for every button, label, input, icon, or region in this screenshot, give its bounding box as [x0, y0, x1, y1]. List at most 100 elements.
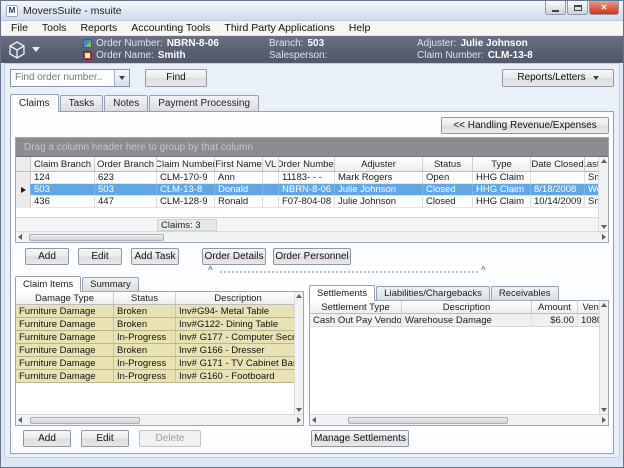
- settlements-vertical-scrollbar[interactable]: [599, 301, 608, 414]
- find-order-combo[interactable]: [10, 69, 130, 87]
- column-header[interactable]: Amount: [532, 301, 578, 313]
- scroll-up-icon[interactable]: [601, 303, 607, 307]
- order-number-value: NBRN-8-06: [167, 38, 219, 49]
- cell: Closed: [423, 196, 473, 207]
- collapse-up-icon[interactable]: ^: [481, 266, 486, 274]
- table-row[interactable]: Furniture DamageBrokenInv# G166 - Dresse…: [16, 344, 303, 357]
- add-task-button[interactable]: Add Task: [131, 248, 179, 265]
- scroll-right-icon[interactable]: [602, 417, 606, 423]
- splitter-bar[interactable]: ^ ^: [15, 267, 609, 276]
- tab-liabilities-chargebacks[interactable]: Liabilities/Chargebacks: [376, 286, 490, 300]
- column-header[interactable]: Settlement Type: [310, 301, 402, 313]
- delete-claim-item-button[interactable]: Delete: [139, 430, 201, 447]
- scroll-up-icon[interactable]: [296, 294, 302, 298]
- maximize-button[interactable]: [567, 1, 588, 15]
- table-row[interactable]: Furniture DamageIn-ProgressInv# G177 - C…: [16, 331, 303, 344]
- column-header[interactable]: Adjuster: [335, 157, 423, 171]
- scrollbar-thumb[interactable]: [29, 234, 164, 241]
- claims-vertical-scrollbar[interactable]: [598, 157, 608, 231]
- table-row[interactable]: Furniture DamageBrokenInv#G122- Dining T…: [16, 318, 303, 331]
- tab-summary[interactable]: Summary: [82, 277, 139, 291]
- tab-notes[interactable]: Notes: [104, 95, 148, 111]
- cell: [263, 196, 279, 207]
- column-header[interactable]: Damage Type: [16, 292, 114, 304]
- table-row[interactable]: Furniture DamageIn-ProgressInv# G171 - T…: [16, 357, 303, 370]
- claim-number-label: Claim Number:: [417, 50, 484, 61]
- tab-tasks[interactable]: Tasks: [60, 95, 104, 111]
- tab-claims[interactable]: Claims: [10, 94, 59, 111]
- close-button[interactable]: ✕: [589, 1, 619, 15]
- claim-items-horizontal-scrollbar[interactable]: [16, 414, 303, 425]
- scroll-left-icon[interactable]: [18, 234, 22, 240]
- edit-claim-button[interactable]: Edit: [78, 248, 122, 265]
- cell: CLM-128-9: [157, 196, 215, 207]
- scroll-right-icon[interactable]: [297, 417, 301, 423]
- manage-settlements-button[interactable]: Manage Settlements: [311, 430, 409, 447]
- order-name-icon: [83, 51, 92, 60]
- column-header[interactable]: Claim Branch: [31, 157, 95, 171]
- column-header[interactable]: Order Number: [279, 157, 335, 171]
- column-header[interactable]: Status: [114, 292, 176, 304]
- scroll-down-icon[interactable]: [601, 225, 607, 229]
- cell: Furniture Damage: [16, 344, 114, 356]
- column-header[interactable]: VL: [263, 157, 279, 171]
- claim-items-table: Damage TypeStatusDescriptionFurniture Da…: [16, 292, 303, 383]
- scroll-down-icon[interactable]: [296, 408, 302, 412]
- tab-settlements[interactable]: Settlements: [309, 285, 375, 300]
- group-by-bar[interactable]: Drag a column header here to group by th…: [16, 138, 608, 157]
- order-personnel-button[interactable]: Order Personnel: [273, 248, 351, 265]
- tab-receivables[interactable]: Receivables: [491, 286, 559, 300]
- claims-horizontal-scrollbar[interactable]: [16, 231, 608, 242]
- scroll-up-icon[interactable]: [601, 159, 607, 163]
- table-row[interactable]: 503503CLM-13-8DonaldNBRN-8-06Julie Johns…: [16, 184, 608, 196]
- menu-accounting-tools[interactable]: Accounting Tools: [124, 22, 217, 34]
- splitter-handle[interactable]: [220, 271, 478, 273]
- table-row[interactable]: Furniture DamageBrokenInv#G94- Metal Tab…: [16, 305, 303, 318]
- title-bar[interactable]: M MoversSuite - msuite ✕: [1, 1, 623, 21]
- column-header[interactable]: Status: [423, 157, 473, 171]
- column-header[interactable]: Claim Number: [157, 157, 215, 171]
- minimize-button[interactable]: [545, 1, 566, 15]
- app-logo-button[interactable]: [7, 40, 83, 60]
- add-claim-button[interactable]: Add: [25, 248, 69, 265]
- settlements-horizontal-scrollbar[interactable]: [310, 414, 608, 425]
- reports-letters-button[interactable]: Reports/Letters: [502, 69, 614, 87]
- column-header[interactable]: Type: [473, 157, 531, 171]
- handling-revenue-expenses-button[interactable]: << Handling Revenue/Expenses: [441, 117, 609, 134]
- column-header[interactable]: Order Branch: [95, 157, 157, 171]
- scroll-left-icon[interactable]: [18, 417, 22, 423]
- table-row[interactable]: 436447CLM-128-9RonaldF07-804-08Julie Joh…: [16, 196, 608, 208]
- menu-help[interactable]: Help: [342, 22, 378, 34]
- table-row[interactable]: 124623CLM-170-9Ann11183- - -Mark RogersO…: [16, 172, 608, 184]
- menu-reports[interactable]: Reports: [73, 22, 124, 34]
- column-header[interactable]: Description: [176, 292, 301, 304]
- menu-tools[interactable]: Tools: [35, 22, 74, 34]
- tab-payment-processing[interactable]: Payment Processing: [149, 95, 259, 111]
- menu-file[interactable]: File: [4, 22, 35, 34]
- find-button[interactable]: Find: [145, 69, 207, 87]
- scroll-right-icon[interactable]: [602, 234, 606, 240]
- scroll-left-icon[interactable]: [312, 417, 316, 423]
- menu-third-party-applications[interactable]: Third Party Applications: [217, 22, 341, 34]
- column-header[interactable]: Description: [402, 301, 532, 313]
- order-details-button[interactable]: Order Details: [202, 248, 266, 265]
- table-row[interactable]: Cash Out Pay VendorWarehouse Damage$6.00…: [310, 314, 608, 327]
- scrollbar-thumb[interactable]: [30, 417, 140, 424]
- combo-dropdown-button[interactable]: [114, 70, 129, 86]
- edit-claim-item-button[interactable]: Edit: [81, 430, 129, 447]
- app-logo-icon: [7, 40, 27, 60]
- grid-header-row: Damage TypeStatusDescription: [16, 292, 303, 305]
- find-order-input[interactable]: [11, 70, 114, 86]
- column-header[interactable]: Date Closed: [531, 157, 585, 171]
- collapse-up-icon[interactable]: ^: [208, 266, 213, 274]
- table-row[interactable]: Furniture DamageIn-ProgressInv# G160 - F…: [16, 370, 303, 383]
- tab-claim-items[interactable]: Claim Items: [15, 276, 81, 291]
- scrollbar-thumb[interactable]: [348, 417, 508, 424]
- add-claim-item-button[interactable]: Add: [23, 430, 71, 447]
- column-header[interactable]: First Name: [215, 157, 263, 171]
- menu-bar: File Tools Reports Accounting Tools Thir…: [1, 21, 623, 36]
- claim-items-vertical-scrollbar[interactable]: [294, 292, 303, 414]
- order-info-toolbar: Order Number: NBRN-8-06 Order Name: Smit…: [1, 36, 623, 63]
- scroll-down-icon[interactable]: [601, 408, 607, 412]
- claim-items-panel: Claim Items Summary Damage TypeStatusDes…: [15, 276, 304, 449]
